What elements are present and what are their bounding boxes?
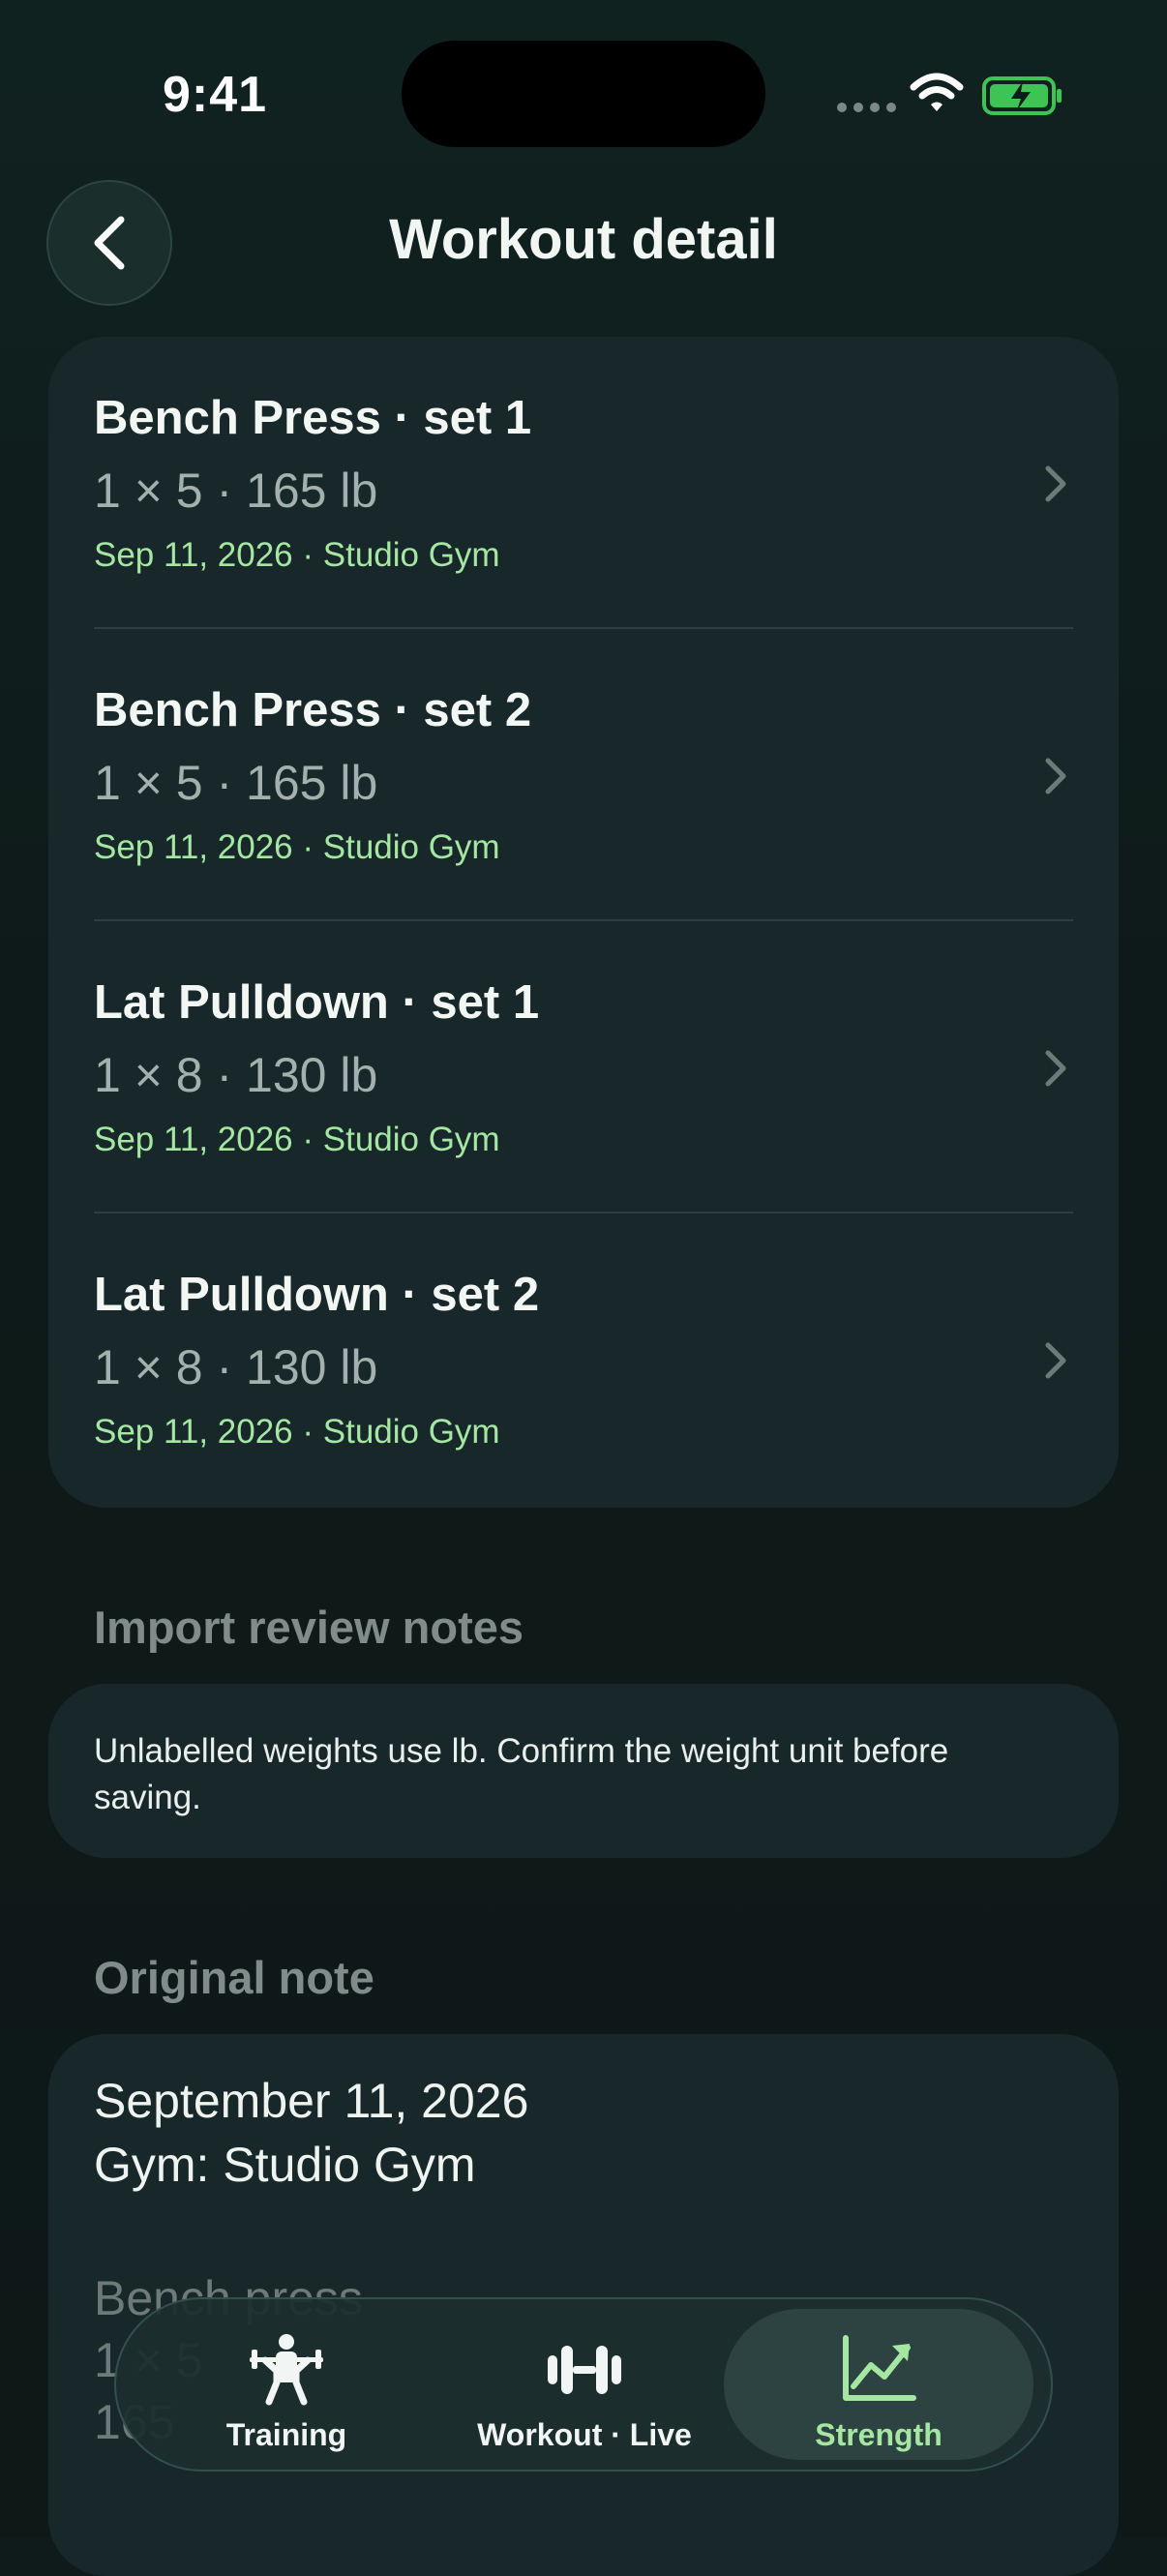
tab-workout-live[interactable]: Workout · Live — [430, 2309, 739, 2460]
chevron-right-icon — [1045, 1050, 1066, 1087]
set-name: Lat Pulldown · set 2 — [94, 1269, 540, 1321]
set-row[interactable]: Bench Press · set 1 1 × 5 · 165 lb Sep 1… — [94, 337, 1073, 629]
chevron-right-icon — [1045, 758, 1066, 794]
dumbbell-icon — [548, 2346, 621, 2394]
set-detail: 1 × 8 · 130 lb — [94, 1340, 378, 1394]
original-note-line: September 11, 2026 — [94, 2074, 529, 2128]
set-meta: Sep 11, 2026 · Studio Gym — [94, 1413, 500, 1451]
chevron-right-icon — [1045, 465, 1066, 502]
set-row[interactable]: Lat Pulldown · set 2 1 × 8 · 130 lb Sep … — [94, 1213, 1073, 1506]
dynamic-island — [402, 41, 765, 147]
trend-chart-icon — [843, 2335, 916, 2401]
set-detail: 1 × 5 · 165 lb — [94, 756, 378, 810]
review-notes-text: Unlabelled weights use lb. Confirm the w… — [94, 1732, 949, 1816]
review-notes-card: Unlabelled weights use lb. Confirm the w… — [48, 1684, 1119, 1858]
wifi-icon — [910, 73, 964, 111]
tab-training[interactable]: Training — [132, 2309, 441, 2460]
chevron-right-icon — [1045, 1342, 1066, 1379]
weightlifter-icon — [250, 2334, 323, 2406]
set-detail: 1 × 8 · 130 lb — [94, 1048, 378, 1102]
status-time: 9:41 — [163, 67, 268, 123]
set-name: Lat Pulldown · set 1 — [94, 976, 540, 1029]
set-meta: Sep 11, 2026 · Studio Gym — [94, 536, 500, 574]
app-screen: 9:41 Workout detail Bench Press · set 1 … — [0, 0, 1167, 2576]
sets-list-card: Bench Press · set 1 1 × 5 · 165 lb Sep 1… — [48, 337, 1119, 1508]
cellular-signal-icon — [837, 103, 896, 112]
battery-charging-icon — [982, 76, 1062, 115]
set-meta: Sep 11, 2026 · Studio Gym — [94, 1121, 500, 1158]
review-notes-heading: Import review notes — [94, 1602, 524, 1653]
set-name: Bench Press · set 2 — [94, 684, 532, 736]
set-detail: 1 × 5 · 165 lb — [94, 464, 378, 518]
tab-bar: Training Workout · Live Strength — [114, 2297, 1053, 2471]
original-note-heading: Original note — [94, 1952, 374, 2003]
original-note-line: Gym: Studio Gym — [94, 2138, 476, 2192]
set-name: Bench Press · set 1 — [94, 392, 532, 444]
set-row[interactable]: Lat Pulldown · set 1 1 × 8 · 130 lb Sep … — [94, 921, 1073, 1213]
set-meta: Sep 11, 2026 · Studio Gym — [94, 828, 500, 866]
page-title: Workout detail — [389, 208, 778, 271]
tab-label: Workout · Live — [477, 2417, 692, 2452]
set-row[interactable]: Bench Press · set 2 1 × 5 · 165 lb Sep 1… — [94, 629, 1073, 921]
tab-label: Strength — [815, 2417, 943, 2452]
tab-label: Training — [225, 2417, 347, 2452]
tab-strength[interactable]: Strength — [724, 2309, 1033, 2460]
